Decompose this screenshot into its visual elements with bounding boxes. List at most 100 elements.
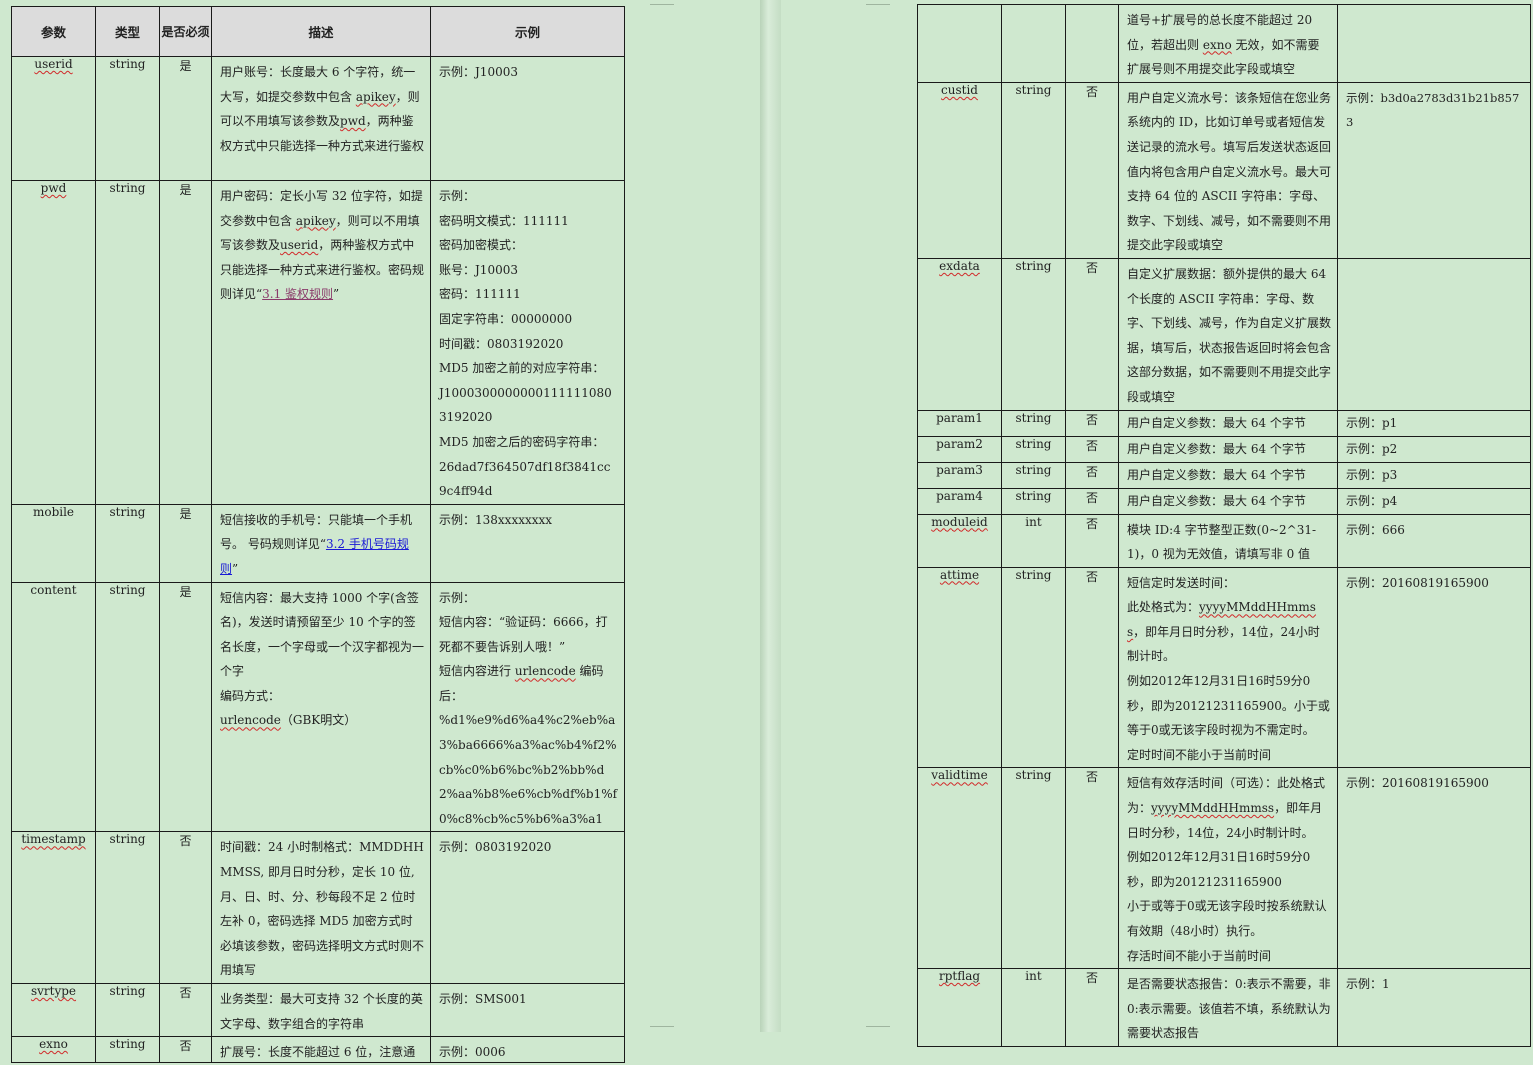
table-row-svrtype: svrtype string 否 业务类型：最大可支持 32 个长度的英文字母、…	[11, 982, 625, 1038]
param-required: 否	[1065, 257, 1119, 411]
param-required: 否	[1065, 409, 1119, 437]
param-desc: 用户密码：定长小写 32 位字符，如提交参数中包含 apikey，则可以不用填写…	[211, 180, 431, 505]
param-desc: 自定义扩展数据：额外提供的最大 64 个长度的 ASCII 字符串：字母、数字、…	[1118, 257, 1338, 411]
param-desc: 短信有效存活时间（可选）：此处格式为：yyyyMMddHHmmss，即年月日时分…	[1118, 767, 1338, 970]
param-desc: 短信接收的手机号：只能填一个手机号。 号码规则详见“3.2 手机号码规则”	[211, 503, 431, 583]
param-example: 示例：20160819165900	[1337, 767, 1531, 970]
param-example: 示例：p3	[1337, 461, 1531, 489]
param-type: string	[1001, 767, 1066, 970]
desc-line: 定时时间不能小于当前时间	[1127, 747, 1272, 762]
param-name: param4	[917, 487, 1002, 515]
param-required: 是	[159, 180, 212, 505]
param-type: int	[1001, 968, 1066, 1047]
param-required: 否	[159, 982, 212, 1038]
param-name: validtime	[917, 767, 1002, 970]
param-required: 否	[159, 831, 212, 984]
param-desc: 用户自定义参数：最大 64 个字节	[1118, 461, 1338, 489]
table-row-mobile: mobile string 是 短信接收的手机号：只能填一个手机号。 号码规则详…	[11, 503, 625, 583]
param-example: 示例： 密码明文模式：111111 密码加密模式： 账号：J10003 密码：1…	[430, 180, 625, 505]
table-row-timestamp: timestamp string 否 时间戳：24 小时制格式：MMDDHHMM…	[11, 831, 625, 984]
param-desc: 用户自定义参数：最大 64 个字节	[1118, 487, 1338, 515]
desc-line: 存活时间不能小于当前时间	[1127, 948, 1272, 963]
example-line: 时间戳：0803192020	[439, 336, 564, 351]
param-required: 否	[1065, 487, 1119, 515]
param-example: 示例：p1	[1337, 409, 1531, 437]
desc-line: 短信定时发送时间：	[1127, 575, 1236, 590]
param-type: string	[1001, 81, 1066, 259]
param-required: 否	[159, 1036, 212, 1064]
param-example: 示例：1	[1337, 968, 1531, 1047]
param-example: 示例：666	[1337, 513, 1531, 568]
param-example: 示例： 短信内容：“验证码：6666，打死都不要告诉别人哦！” 短信内容进行 u…	[430, 581, 625, 833]
param-example	[1337, 257, 1531, 411]
param-type: string	[95, 581, 160, 833]
param-type: int	[1001, 513, 1066, 568]
param-type: string	[95, 831, 160, 984]
param-type: string	[1001, 257, 1066, 411]
desc-line: 此处格式为：yyyyMMddHHmmss，即年月日时分秒，14位，24小时制计时…	[1127, 600, 1320, 664]
example-line: 短信内容进行 urlencode 编码后：	[439, 664, 604, 703]
param-desc: 用户自定义流水号：该条短信在您业务系统内的 ID，比如订单号或者短信发送记录的流…	[1118, 81, 1338, 259]
example-line: J10003000000001111110803192020	[439, 385, 612, 425]
param-example: 示例：SMS001	[430, 982, 625, 1038]
param-type	[1001, 4, 1066, 83]
table-row-exno: exno string 否 扩展号：长度不能超过 6 位，注意通 示例：0006	[11, 1036, 625, 1064]
param-type: string	[95, 982, 160, 1038]
param-name: param3	[917, 461, 1002, 489]
table-row-exdata: exdata string 否 自定义扩展数据：额外提供的最大 64 个长度的 …	[917, 257, 1531, 411]
param-required: 否	[1065, 435, 1119, 463]
param-name: param2	[917, 435, 1002, 463]
param-name: exdata	[917, 257, 1002, 411]
param-desc: 业务类型：最大可支持 32 个长度的英文字母、数字组合的字符串	[211, 982, 431, 1038]
table-row-userid: userid string 是 用户账号：长度最大 6 个字符，统一大写，如提交…	[11, 56, 625, 181]
example-line: 密码明文模式：111111	[439, 213, 569, 228]
page-corner-mark	[650, 4, 674, 5]
parameter-table-right: 道号+扩展号的总长度不能超过 20 位，若超出则 exno 无效，如不需要扩展号…	[917, 4, 1531, 1047]
param-desc: 短信内容：最大支持 1000 个字(含签名)，发送时请预留至少 10 个字的签名…	[211, 581, 431, 833]
param-example: 示例：0803192020	[430, 831, 625, 984]
desc-line: 例如2012年12月31日16时59分0秒，即为20121231165900。小…	[1127, 674, 1330, 738]
table-row-param3: param3 string 否 用户自定义参数：最大 64 个字节 示例：p3	[917, 461, 1531, 489]
page-corner-mark	[866, 4, 890, 5]
param-required: 是	[159, 56, 212, 181]
page-corner-mark	[650, 1026, 674, 1027]
example-line: 密码：111111	[439, 287, 521, 302]
param-name: rptflag	[917, 968, 1002, 1047]
param-example: 示例：b3d0a2783d31b21b8573	[1337, 81, 1531, 259]
table-row-moduleid: moduleid int 否 模块 ID:4 字节整型正数(0~2^31-1)，…	[917, 513, 1531, 568]
param-type: string	[95, 56, 160, 181]
header-example: 示例	[430, 6, 625, 57]
page-corner-mark	[866, 1026, 890, 1027]
example-line: 示例：	[439, 189, 476, 203]
example-line: 26dad7f364507df18f3841cc9c4ff94d	[439, 459, 611, 499]
param-required: 否	[1065, 81, 1119, 259]
parameter-table-left: 参数 类型 是否必须 描述 示例 userid string 是 用户账号：长度…	[11, 6, 625, 1064]
link-auth-rules[interactable]: 3.1 鉴权规则	[262, 287, 333, 301]
param-example: 示例：0006	[430, 1036, 625, 1064]
header-desc: 描述	[211, 6, 431, 57]
header-required: 是否必须	[159, 6, 212, 57]
param-name: exno	[11, 1036, 96, 1064]
table-row-rptflag: rptflag int 否 是否需要状态报告：0:表示不需要，非 0:表示需要。…	[917, 968, 1531, 1047]
table-header-row: 参数 类型 是否必须 描述 示例	[11, 6, 625, 57]
param-desc: 道号+扩展号的总长度不能超过 20 位，若超出则 exno 无效，如不需要扩展号…	[1118, 4, 1338, 83]
param-example: 示例：p2	[1337, 435, 1531, 463]
param-type: string	[1001, 566, 1066, 769]
table-row-content: content string 是 短信内容：最大支持 1000 个字(含签名)，…	[11, 581, 625, 833]
param-required	[1065, 4, 1119, 83]
param-example: 示例：138xxxxxxxx	[430, 503, 625, 583]
param-name: custid	[917, 81, 1002, 259]
desc-line: 小于或等于0或无该字段时按系统默认有效期（48小时）执行。	[1127, 899, 1327, 938]
example-line: 密码加密模式：	[439, 238, 524, 253]
table-row-param4: param4 string 否 用户自定义参数：最大 64 个字节 示例：p4	[917, 487, 1531, 515]
param-example: 示例：20160819165900	[1337, 566, 1531, 769]
param-type: string	[1001, 461, 1066, 489]
param-name: param1	[917, 409, 1002, 437]
param-type: string	[95, 1036, 160, 1064]
param-required: 否	[1065, 968, 1119, 1047]
table-row-param1: param1 string 否 用户自定义参数：最大 64 个字节 示例：p1	[917, 409, 1531, 437]
desc-line: 例如2012年12月31日16时59分0秒，即为20121231165900	[1127, 850, 1311, 889]
param-desc: 用户账号：长度最大 6 个字符，统一大写，如提交参数中包含 apikey，则可以…	[211, 56, 431, 181]
param-name: timestamp	[11, 831, 96, 984]
param-type: string	[95, 180, 160, 505]
